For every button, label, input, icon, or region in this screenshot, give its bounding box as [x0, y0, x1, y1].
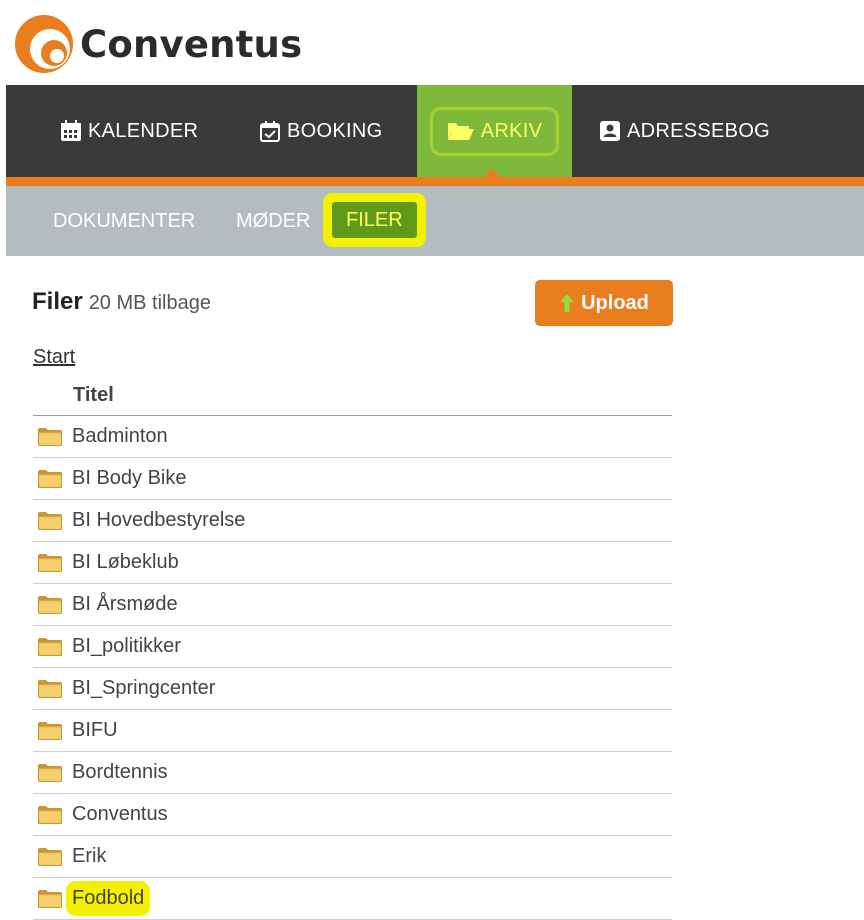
folder-name[interactable]: Badminton: [72, 425, 168, 448]
sub-nav: DOKUMENTER MØDER FILER: [6, 186, 864, 256]
page-title: Filer: [32, 288, 83, 315]
table-row[interactable]: BI_politikker: [33, 626, 672, 668]
folder-icon: [37, 804, 67, 826]
folder-icon: [37, 846, 67, 868]
nav-kalender[interactable]: KALENDER: [60, 85, 198, 177]
nav-divider: [6, 177, 864, 186]
table-row[interactable]: BIFU: [33, 710, 672, 752]
folder-name[interactable]: BI_Springcenter: [72, 677, 215, 700]
breadcrumb-start[interactable]: Start: [33, 346, 75, 369]
logo-text: Conventus: [80, 22, 303, 66]
upload-label: Upload: [581, 291, 649, 314]
nav-arkiv-highlight: ARKIV: [432, 109, 557, 153]
folder-icon: [37, 888, 67, 910]
folder-icon: [37, 426, 67, 448]
subnav-dokumenter-label: DOKUMENTER: [53, 209, 196, 232]
folder-icon: [37, 552, 67, 574]
storage-remaining: 20 MB tilbage: [88, 292, 211, 314]
folder-name[interactable]: BIFU: [72, 719, 118, 742]
folder-name[interactable]: BI Løbeklub: [72, 551, 179, 574]
folder-icon: [37, 678, 67, 700]
table-row[interactable]: BI Årsmøde: [33, 584, 672, 626]
nav-booking-label: BOOKING: [287, 119, 383, 142]
subnav-filer[interactable]: FILER: [332, 202, 417, 238]
nav-kalender-label: KALENDER: [88, 119, 199, 142]
folder-name[interactable]: BI Hovedbestyrelse: [72, 509, 245, 532]
main-nav: KALENDER BOOKING ARKIV ADRESSEBOG: [6, 85, 864, 177]
folder-name[interactable]: BI Årsmøde: [72, 593, 178, 616]
upload-button[interactable]: Upload: [535, 280, 673, 326]
folder-icon: [37, 510, 67, 532]
nav-adressebog[interactable]: ADRESSEBOG: [599, 85, 770, 177]
calendar-icon: [61, 120, 81, 141]
nav-booking[interactable]: BOOKING: [259, 85, 382, 177]
table-row[interactable]: BI Løbeklub: [33, 542, 672, 584]
column-titel[interactable]: Titel: [73, 384, 114, 407]
folder-name[interactable]: Conventus: [72, 803, 168, 826]
active-nav-pointer: [484, 168, 500, 177]
table-row[interactable]: Badminton: [33, 416, 672, 458]
conventus-logo[interactable]: Conventus: [14, 14, 302, 74]
table-row[interactable]: Conventus: [33, 794, 672, 836]
folder-name[interactable]: BI_politikker: [72, 635, 181, 658]
page-header: Filer 20 MB tilbage: [32, 288, 211, 316]
conventus-logo-icon: [15, 15, 73, 73]
subnav-moder[interactable]: MØDER: [236, 186, 310, 256]
folder-name[interactable]: Fodbold: [72, 887, 145, 910]
folder-icon: [37, 468, 67, 490]
calendar-check-icon: [260, 121, 280, 142]
table-row[interactable]: Erik: [33, 836, 672, 878]
file-table: Titel Badminton BI Body Bike BI Hovedbesty…: [33, 375, 672, 920]
folder-icon: [37, 720, 67, 742]
nav-adressebog-label: ADRESSEBOG: [627, 119, 771, 142]
subnav-filer-label: FILER: [346, 208, 403, 231]
table-header: Titel: [33, 375, 672, 416]
folder-name[interactable]: Bordtennis: [72, 761, 168, 784]
nav-arkiv-label: ARKIV: [480, 119, 543, 142]
folder-icon: [37, 762, 67, 784]
contact-card-icon: [600, 121, 620, 141]
table-row[interactable]: BI Hovedbestyrelse: [33, 500, 672, 542]
subnav-dokumenter[interactable]: DOKUMENTER: [53, 186, 195, 256]
folder-open-icon: [447, 123, 474, 140]
folder-icon: [37, 594, 67, 616]
folder-icon: [37, 636, 67, 658]
table-row[interactable]: BI_Springcenter: [33, 668, 672, 710]
nav-arkiv[interactable]: ARKIV: [417, 85, 572, 177]
table-row[interactable]: Bordtennis: [33, 752, 672, 794]
subnav-moder-label: MØDER: [236, 209, 311, 232]
arrow-up-icon: [560, 294, 575, 312]
table-body: Badminton BI Body Bike BI Hovedbestyrelse B…: [33, 416, 672, 920]
table-row[interactable]: BI Body Bike: [33, 458, 672, 500]
folder-name[interactable]: Erik: [72, 845, 106, 868]
folder-name[interactable]: BI Body Bike: [72, 467, 187, 490]
